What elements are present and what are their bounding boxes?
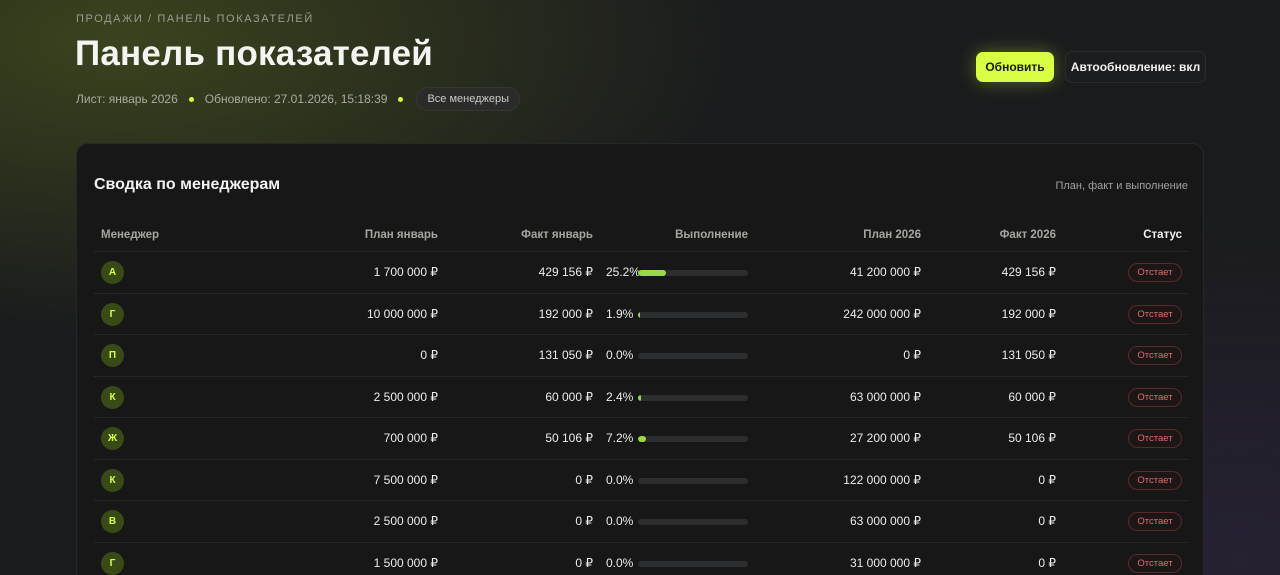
status-badge: Отстает xyxy=(1128,263,1182,282)
manager-avatar: К xyxy=(101,468,124,492)
completion-progress-bar xyxy=(638,394,748,401)
plan-month-cell: 700 000 ₽ xyxy=(383,431,438,445)
fact-month-cell: 60 000 ₽ xyxy=(545,389,593,404)
fact-year-cell: 0 ₽ xyxy=(1038,555,1056,570)
table-row[interactable]: К 7 500 000 ₽ 0 ₽ 0.0% 122 000 000 ₽ 0 ₽ Отста… xyxy=(94,458,1188,501)
completion-percent: 0.0% xyxy=(606,555,634,570)
table-body: А 1 700 000 ₽ 429 156 ₽ 25.2% 41 200 000 ₽ 42… xyxy=(94,251,1188,575)
completion-percent: 0.0% xyxy=(606,514,634,528)
completion-progress-fill xyxy=(638,436,646,442)
panel-title: Сводка по менеджерам xyxy=(94,176,281,193)
separator-dot xyxy=(398,96,404,102)
status-badge: Отстает xyxy=(1128,429,1182,448)
fact-year-cell: 50 106 ₽ xyxy=(1008,431,1056,445)
plan-month-cell: 7 500 000 ₽ xyxy=(373,472,438,487)
manager-avatar: В xyxy=(101,510,124,533)
fact-month-cell: 0 ₽ xyxy=(575,555,593,570)
status-badge: Отстает xyxy=(1128,304,1182,324)
manager-avatar: Г xyxy=(101,551,124,575)
sheet-label: Лист: январь 2026 xyxy=(76,92,178,106)
updated-timestamp: Обновлено: 27.01.2026, 15:18:39 xyxy=(204,92,388,106)
plan-month-cell: 2 500 000 ₽ xyxy=(373,389,438,404)
fact-year-cell: 0 ₽ xyxy=(1038,514,1056,528)
completion-progress-bar xyxy=(638,270,748,276)
table-row[interactable]: В 2 500 000 ₽ 0 ₽ 0.0% 63 000 000 ₽ 0 ₽ Отстае… xyxy=(94,500,1188,542)
column-header-manager[interactable]: Менеджер xyxy=(101,229,159,241)
plan-year-cell: 27 200 000 ₽ xyxy=(849,431,921,445)
plan-year-cell: 63 000 000 ₽ xyxy=(849,514,921,528)
fact-month-cell: 192 000 ₽ xyxy=(538,306,593,321)
table-header: Менеджер План январь Факт январь Выполне… xyxy=(94,229,1188,251)
status-badge: Отстает xyxy=(1128,512,1182,531)
status-badge: Отстает xyxy=(1128,553,1182,573)
fact-month-cell: 50 106 ₽ xyxy=(545,431,593,445)
column-header-fact-year[interactable]: Факт 2026 xyxy=(1000,229,1056,241)
completion-progress-fill xyxy=(638,394,641,401)
completion-progress-bar xyxy=(638,436,748,442)
status-badge: Отстает xyxy=(1128,346,1182,365)
fact-year-cell: 0 ₽ xyxy=(1038,472,1056,487)
fact-month-cell: 429 156 ₽ xyxy=(538,265,593,279)
fact-month-cell: 0 ₽ xyxy=(575,472,593,487)
manager-summary-panel: Сводка по менеджерам План, факт и выполн… xyxy=(76,143,1204,575)
fact-year-cell: 429 156 ₽ xyxy=(1001,265,1056,279)
refresh-button[interactable]: Обновить xyxy=(976,52,1054,82)
plan-month-cell: 1 500 000 ₽ xyxy=(373,555,438,570)
manager-avatar: Г xyxy=(101,302,124,326)
page-meta: Лист: январь 2026 Обновлено: 27.01.2026,… xyxy=(76,87,521,111)
column-header-fact-month[interactable]: Факт январь xyxy=(521,229,593,241)
manager-avatar: П xyxy=(101,344,124,367)
plan-year-cell: 63 000 000 ₽ xyxy=(849,389,921,404)
plan-year-cell: 31 000 000 ₽ xyxy=(849,555,921,570)
panel-subtitle: План, факт и выполнение xyxy=(1055,180,1188,192)
completion-percent: 25.2% xyxy=(606,265,641,279)
completion-progress-bar xyxy=(638,519,748,525)
completion-progress-bar xyxy=(638,353,748,359)
page-title: Панель показателей xyxy=(75,34,433,73)
plan-month-cell: 1 700 000 ₽ xyxy=(373,265,438,279)
column-header-completion[interactable]: Выполнение xyxy=(675,229,748,241)
plan-year-cell: 242 000 000 ₽ xyxy=(843,306,921,321)
plan-year-cell: 41 200 000 ₽ xyxy=(849,265,921,279)
completion-percent: 0.0% xyxy=(606,472,634,487)
fact-year-cell: 192 000 ₽ xyxy=(1001,306,1056,321)
completion-percent: 7.2% xyxy=(606,431,634,445)
column-header-plan-year[interactable]: План 2026 xyxy=(863,229,921,241)
completion-progress-bar xyxy=(638,477,748,484)
manager-avatar: К xyxy=(101,385,124,409)
table-row[interactable]: Ж 700 000 ₽ 50 106 ₽ 7.2% 27 200 000 ₽ 50 106… xyxy=(94,417,1188,459)
status-badge: Отстает xyxy=(1128,387,1182,407)
plan-month-cell: 10 000 000 ₽ xyxy=(366,306,438,321)
fact-year-cell: 131 050 ₽ xyxy=(1001,348,1056,362)
fact-year-cell: 60 000 ₽ xyxy=(1008,389,1056,404)
completion-progress-bar xyxy=(638,560,748,567)
column-header-status[interactable]: Статус xyxy=(1143,229,1182,241)
table-row[interactable]: Г 1 500 000 ₽ 0 ₽ 0.0% 31 000 000 ₽ 0 ₽ Отстае… xyxy=(94,541,1188,575)
fact-month-cell: 0 ₽ xyxy=(575,514,593,528)
fact-month-cell: 131 050 ₽ xyxy=(538,348,593,362)
manager-filter-chip[interactable]: Все менеджеры xyxy=(416,87,521,111)
completion-percent: 1.9% xyxy=(606,306,634,321)
completion-percent: 0.0% xyxy=(606,348,634,362)
manager-avatar: А xyxy=(101,261,124,284)
plan-month-cell: 0 ₽ xyxy=(420,348,438,362)
plan-year-cell: 122 000 000 ₽ xyxy=(843,472,921,487)
completion-progress-fill xyxy=(638,270,666,276)
plan-month-cell: 2 500 000 ₽ xyxy=(373,514,438,528)
table-row[interactable]: А 1 700 000 ₽ 429 156 ₽ 25.2% 41 200 000 ₽ 42… xyxy=(94,251,1188,293)
manager-avatar: Ж xyxy=(101,427,124,450)
completion-progress-fill xyxy=(638,311,641,318)
separator-dot xyxy=(188,96,194,102)
breadcrumb: ПРОДАЖИ / ПАНЕЛЬ ПОКАЗАТЕЛЕЙ xyxy=(76,13,314,25)
table-row[interactable]: Г 10 000 000 ₽ 192 000 ₽ 1.9% 242 000 000 ₽ 1… xyxy=(94,292,1188,335)
completion-progress-bar xyxy=(638,311,748,318)
column-header-plan-month[interactable]: План январь xyxy=(365,229,438,241)
table-row[interactable]: П 0 ₽ 131 050 ₽ 0.0% 0 ₽ 131 050 ₽ Отстает xyxy=(94,334,1188,376)
table-row[interactable]: К 2 500 000 ₽ 60 000 ₽ 2.4% 63 000 000 ₽ 60 0… xyxy=(94,375,1188,418)
plan-year-cell: 0 ₽ xyxy=(903,348,921,362)
status-badge: Отстает xyxy=(1128,470,1182,490)
completion-percent: 2.4% xyxy=(606,389,634,404)
auto-refresh-toggle[interactable]: Автообновление: вкл xyxy=(1065,51,1206,83)
